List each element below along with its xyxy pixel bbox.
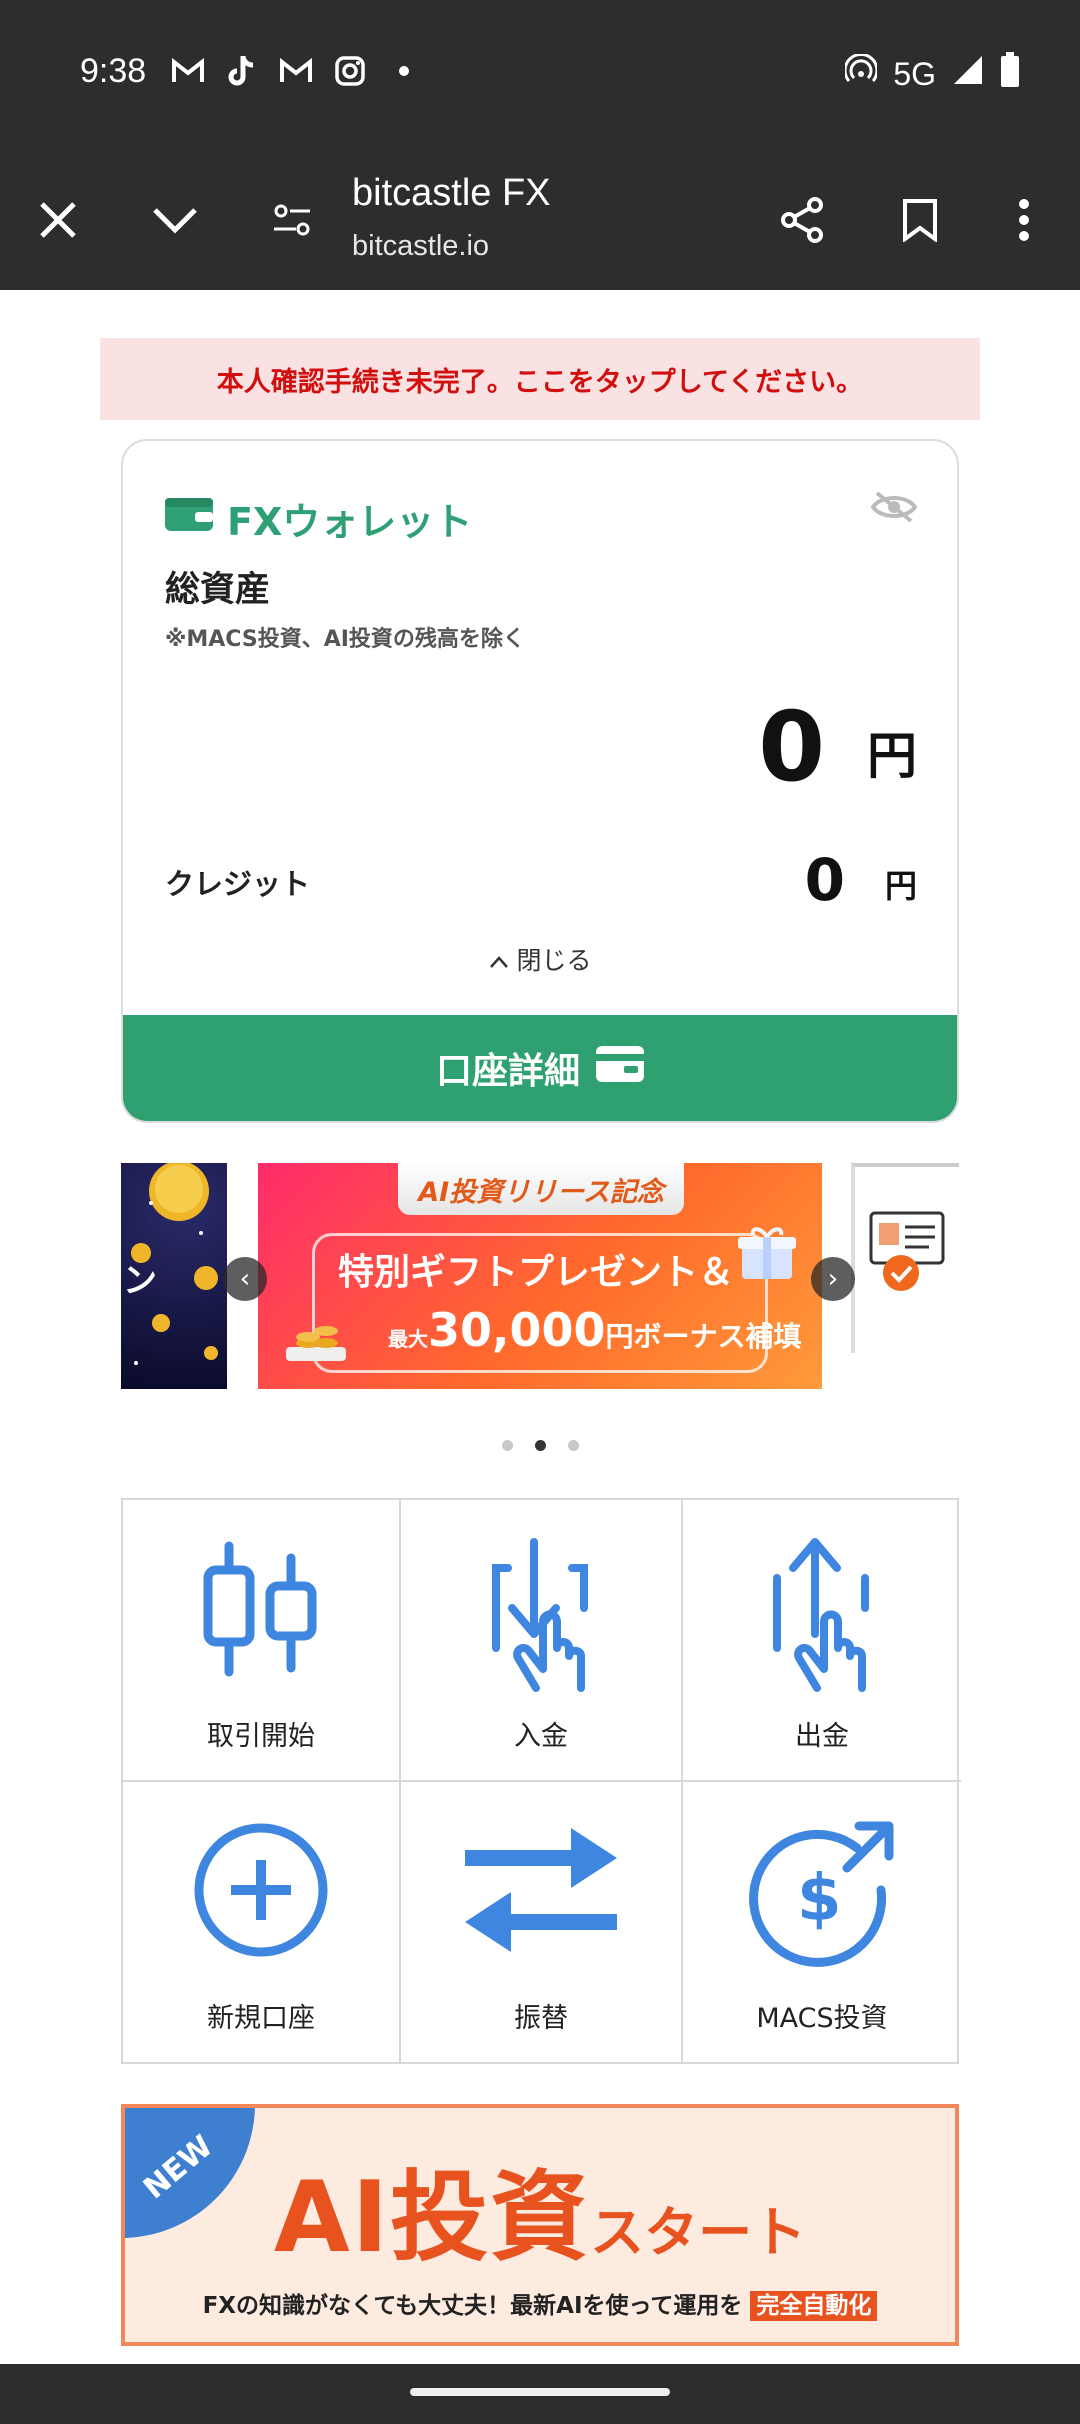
network-type: 5G xyxy=(893,55,936,92)
withdraw-icon xyxy=(773,1538,869,1692)
total-assets-currency: 円 xyxy=(867,727,917,785)
more-notifications-dot-icon xyxy=(386,56,422,86)
menu-item-deposit[interactable]: 入金 xyxy=(401,1500,683,1782)
system-nav-bar xyxy=(0,2364,1080,2424)
carousel-dot[interactable] xyxy=(567,1440,579,1451)
candlestick-icon xyxy=(203,1541,317,1677)
deposit-icon xyxy=(492,1538,588,1692)
menu-label-deposit: 入金 xyxy=(514,1721,568,1752)
svg-text:$: $ xyxy=(797,1862,842,1936)
menu-label-new-account: 新規口座 xyxy=(207,2003,315,2034)
wallet-heading: FXウォレット xyxy=(165,491,472,546)
credit-currency: 円 xyxy=(884,867,917,905)
gmail-icon-2 xyxy=(278,56,314,86)
hide-balance-eye-icon[interactable] xyxy=(870,489,918,529)
carousel-prev-arrow-icon[interactable]: ‹ xyxy=(223,1257,267,1301)
carousel-next-arrow-icon[interactable]: › xyxy=(811,1257,855,1301)
instagram-icon xyxy=(332,56,368,86)
site-settings-icon[interactable] xyxy=(262,190,322,250)
promo-slide-prev[interactable]: ン xyxy=(121,1161,227,1389)
page-url[interactable]: bitcastle.io xyxy=(352,230,489,263)
ai-banner-title-main: AI投資 xyxy=(273,2161,591,2275)
menu-label-withdraw: 出金 xyxy=(795,1721,849,1752)
menu-item-trade[interactable]: 取引開始 xyxy=(123,1500,401,1782)
menu-item-transfer[interactable]: 振替 xyxy=(401,1782,683,2064)
promo-slide-next[interactable] xyxy=(851,1163,959,1353)
gift-icon xyxy=(736,1221,798,1283)
kyc-alert-banner[interactable]: 本人確認手続き未完了。ここをタップしてください。 xyxy=(100,338,980,420)
account-details-label: 口座詳細 xyxy=(435,1051,580,1092)
slide-bonus-suffix: 円ボーナス補填 xyxy=(605,1320,802,1353)
carousel-dot-active[interactable] xyxy=(534,1440,546,1451)
slide-badge: AI投資リリース記念 xyxy=(398,1163,684,1215)
ai-banner-title: AI投資スタート xyxy=(125,2138,955,2280)
wallet-icon xyxy=(165,495,213,542)
fx-wallet-card: FXウォレット 総資産 ※MACS投資、AI投資の残高を除く 0 円 クレジット… xyxy=(121,439,959,1123)
status-bar: 9:38 5G xyxy=(0,0,1080,150)
bookmark-icon[interactable] xyxy=(890,190,950,250)
ai-banner-subtitle-text: FXの知識がなくても大丈夫！最新AIを使って運用を xyxy=(202,2293,743,2319)
total-assets-amount: 0 xyxy=(758,691,825,803)
home-gesture-handle[interactable] xyxy=(410,2388,670,2396)
action-menu-grid: 取引開始 入金 出金 新規口座 振替 $ MACS投資 xyxy=(121,1498,961,2064)
total-assets-label: 総資産 xyxy=(165,570,271,610)
dollar-investment-icon: $ xyxy=(749,1821,894,1967)
hotspot-icon xyxy=(843,52,879,94)
notification-icons xyxy=(170,56,422,86)
close-icon[interactable] xyxy=(28,190,88,250)
menu-item-new-account[interactable]: 新規口座 xyxy=(123,1782,401,2064)
ai-banner-title-start: スタート xyxy=(590,2201,807,2264)
status-time: 9:38 xyxy=(80,52,147,90)
menu-label-trade: 取引開始 xyxy=(207,1721,315,1752)
page-title: bitcastle FX xyxy=(352,172,551,214)
signal-icon xyxy=(952,54,984,94)
collapse-label: 閉じる xyxy=(516,946,592,975)
gmail-icon xyxy=(170,56,206,86)
transfer-icon xyxy=(465,1828,617,1952)
collapse-button[interactable]: 閉じる xyxy=(123,941,957,977)
menu-item-withdraw[interactable]: 出金 xyxy=(683,1500,961,1782)
ai-banner-highlight: 完全自動化 xyxy=(750,2291,878,2321)
chevron-up-icon xyxy=(489,946,517,975)
carousel-dot[interactable] xyxy=(501,1440,513,1451)
status-right: 5G xyxy=(843,52,1020,96)
plus-circle-icon xyxy=(194,1823,328,1957)
promo-slide-ai-release[interactable]: AI投資リリース記念 特別ギフトプレゼント＆ 最大30,000円ボーナス補填 xyxy=(258,1163,822,1389)
menu-label-macs: MACS投資 xyxy=(756,2003,888,2034)
card-icon xyxy=(596,1045,644,1091)
chevron-down-icon[interactable] xyxy=(145,190,205,250)
slide-headline: 特別ギフトプレゼント＆ xyxy=(338,1252,735,1293)
slide-bonus: 最大30,000円ボーナス補填 xyxy=(388,1303,802,1357)
slide-bonus-prefix: 最大 xyxy=(388,1327,428,1351)
credit-amount: 0 xyxy=(804,846,845,914)
ai-investment-banner[interactable]: NEW AI投資スタート FXの知識がなくても大丈夫！最新AIを使って運用を 完… xyxy=(121,2104,959,2346)
tiktok-icon xyxy=(224,56,260,86)
total-assets-note: ※MACS投資、AI投資の残高を除く xyxy=(165,627,525,652)
ai-banner-subtitle: FXの知識がなくても大丈夫！最新AIを使って運用を 完全自動化 xyxy=(125,2286,955,2321)
coins-icon xyxy=(286,1313,346,1363)
wallet-title: FXウォレット xyxy=(227,500,473,544)
slide-bonus-amount: 30,000 xyxy=(428,1303,606,1357)
share-icon[interactable] xyxy=(772,190,832,250)
browser-toolbar: bitcastle FX bitcastle.io xyxy=(0,150,1080,290)
credit-label: クレジット xyxy=(165,867,311,901)
promo-carousel[interactable]: ン AI投資リリース記念 特別ギフトプレゼント＆ 最大30,000円ボーナス補填… xyxy=(121,1161,959,1391)
carousel-dots xyxy=(0,1440,1080,1451)
prev-slide-text: ン xyxy=(123,1261,157,1301)
menu-label-transfer: 振替 xyxy=(514,2003,568,2034)
battery-icon xyxy=(1000,52,1020,96)
menu-item-macs[interactable]: $ MACS投資 xyxy=(683,1782,961,2064)
more-menu-icon[interactable] xyxy=(994,190,1054,250)
account-details-button[interactable]: 口座詳細 xyxy=(123,1015,957,1121)
